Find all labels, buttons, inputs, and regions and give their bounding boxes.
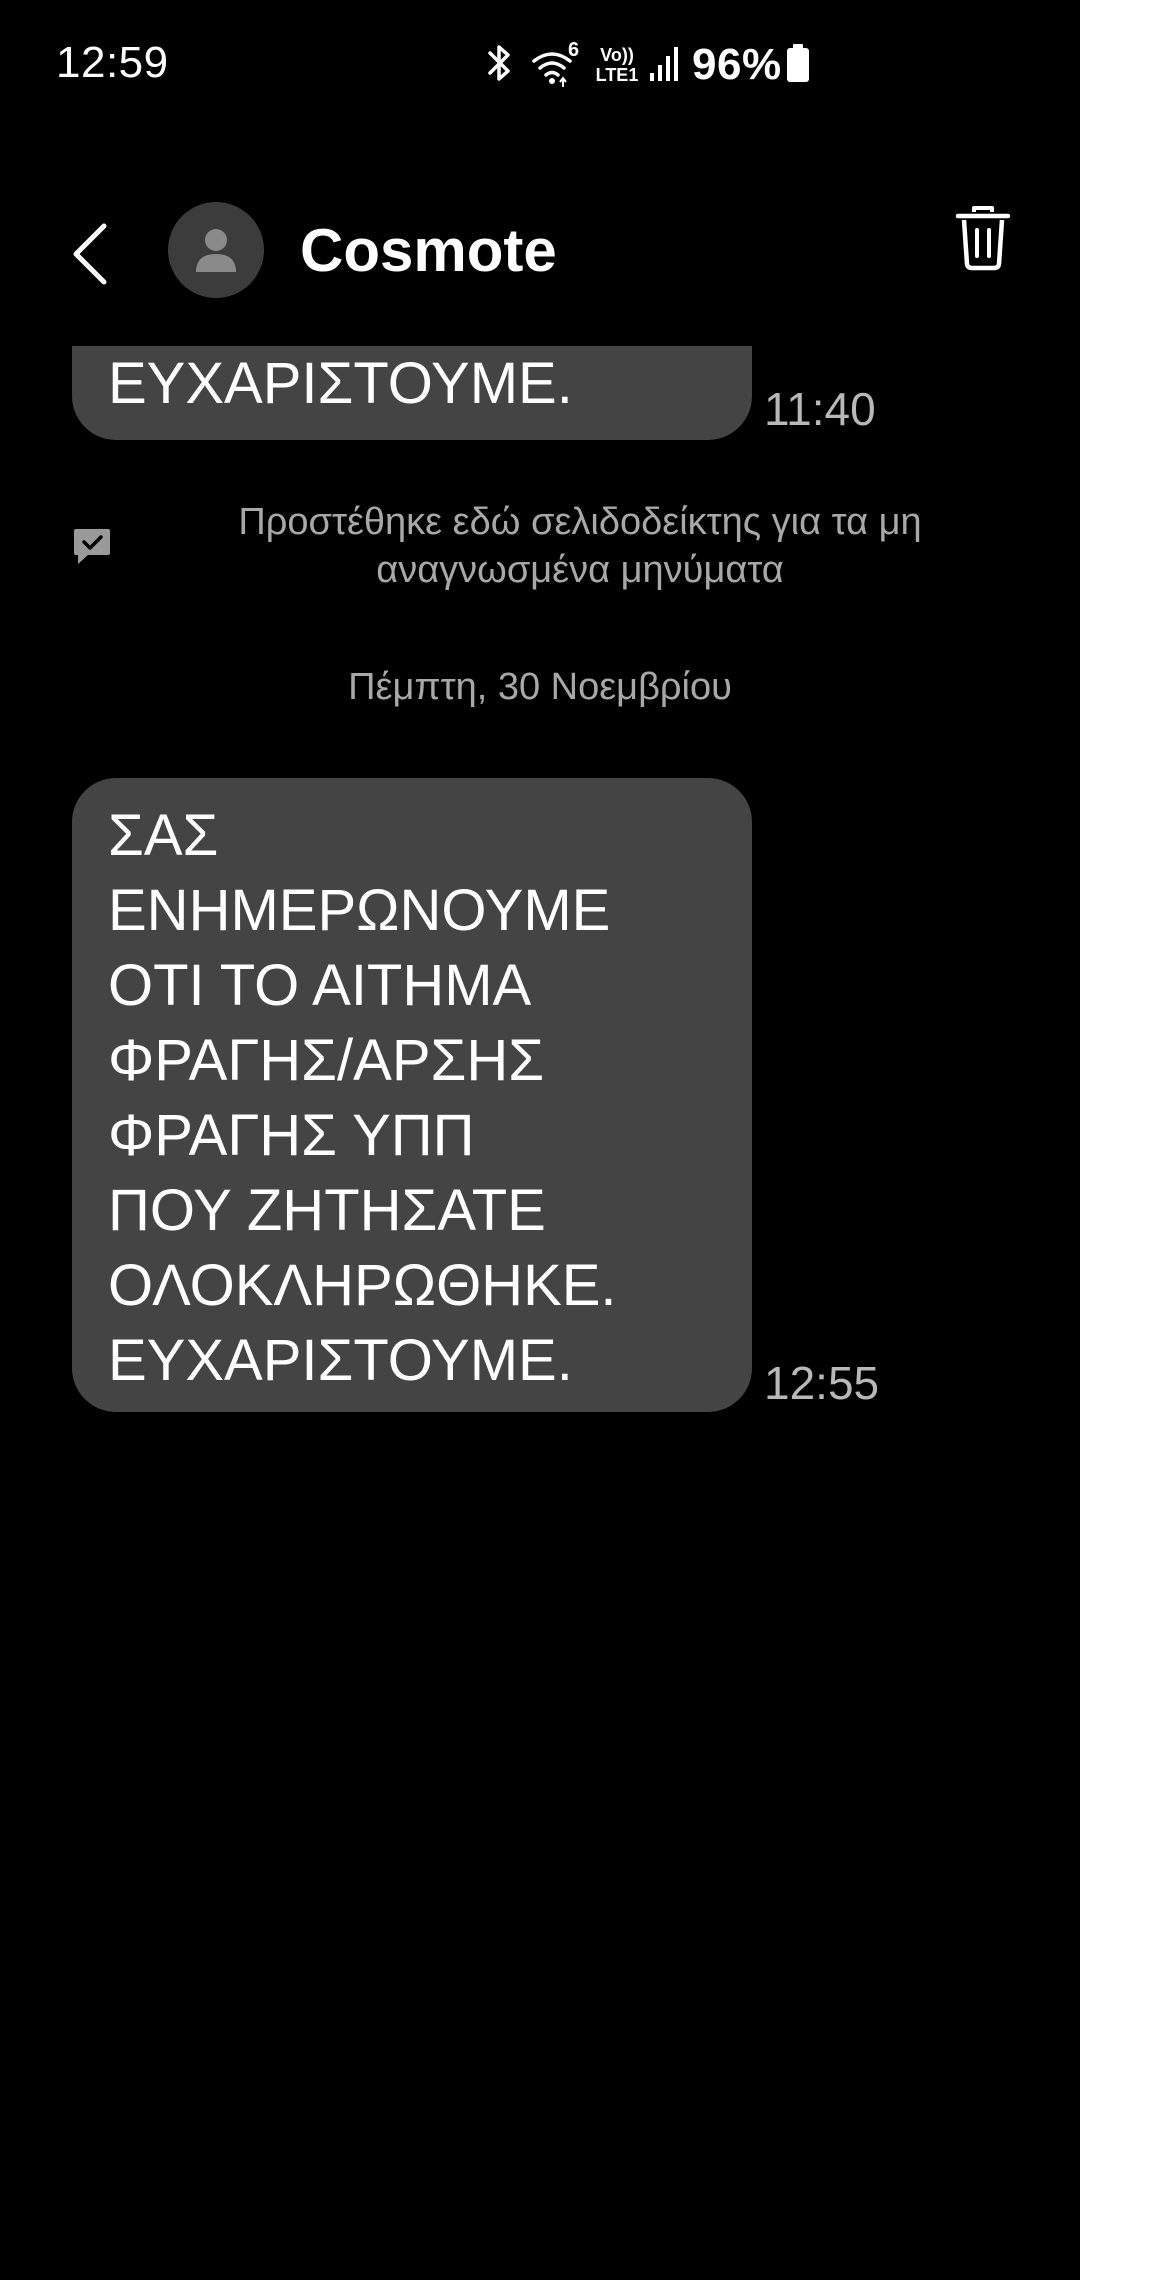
person-icon — [196, 229, 236, 272]
wifi-6-icon: 6 — [530, 39, 580, 87]
chevron-left-icon — [73, 223, 107, 285]
bookmark-text: Προστέθηκε εδώ σελιδοδείκτης για τα μη α… — [238, 501, 922, 591]
message-list[interactable]: ΕΥΧΑΡΙΣΤΟΥΜΕ. 11:40 Προστέθηκε εδώ σελιδ… — [0, 346, 1080, 2280]
message-bubble[interactable]: ΣΑΣ ΕΝΗΜΕΡΩΝΟΥΜΕ ΟΤΙ ΤΟ ΑΙΤΗΜΑ ΦΡΑΓΗΣ/ΑΡ… — [72, 778, 752, 1412]
message-time: 12:55 — [764, 1357, 880, 1409]
contact-name[interactable]: Cosmote — [300, 216, 557, 285]
conversation-header: Cosmote — [0, 190, 1080, 310]
battery-icon — [786, 43, 810, 88]
delete-button[interactable] — [952, 204, 1014, 274]
trash-icon — [955, 206, 1011, 271]
message-bubble[interactable]: ΕΥΧΑΡΙΣΤΟΥΜΕ. — [72, 346, 752, 440]
battery-percent: 96% — [692, 40, 782, 89]
date-divider: Πέμπτη, 30 Νοεμβρίου — [348, 666, 732, 708]
status-time: 12:59 — [56, 38, 169, 87]
volte-label: Vo)) — [600, 45, 634, 65]
unread-bookmark-notice: Προστέθηκε εδώ σελιδοδείκτης για τα μη α… — [0, 498, 1080, 608]
lte-label: LTE1 — [595, 65, 639, 85]
status-icons: 6 Vo)) LTE1 96% — [482, 39, 810, 90]
status-bar: 12:59 6 Vo)) LTE1 96% — [0, 0, 1080, 130]
messages-screen: 12:59 6 Vo)) LTE1 96% Cosmote ΕΥΧΑΡΙΣΤΟΥ… — [0, 0, 1080, 2280]
wifi-badge: 6 — [568, 39, 580, 61]
bluetooth-icon — [482, 41, 518, 90]
contact-avatar[interactable] — [168, 202, 264, 298]
message-time: 11:40 — [764, 383, 876, 435]
volte-lte1-icon: Vo)) LTE1 — [594, 45, 640, 85]
cellular-signal-icon — [648, 43, 682, 88]
back-button[interactable] — [62, 220, 122, 288]
bookmark-chat-icon — [72, 526, 112, 568]
